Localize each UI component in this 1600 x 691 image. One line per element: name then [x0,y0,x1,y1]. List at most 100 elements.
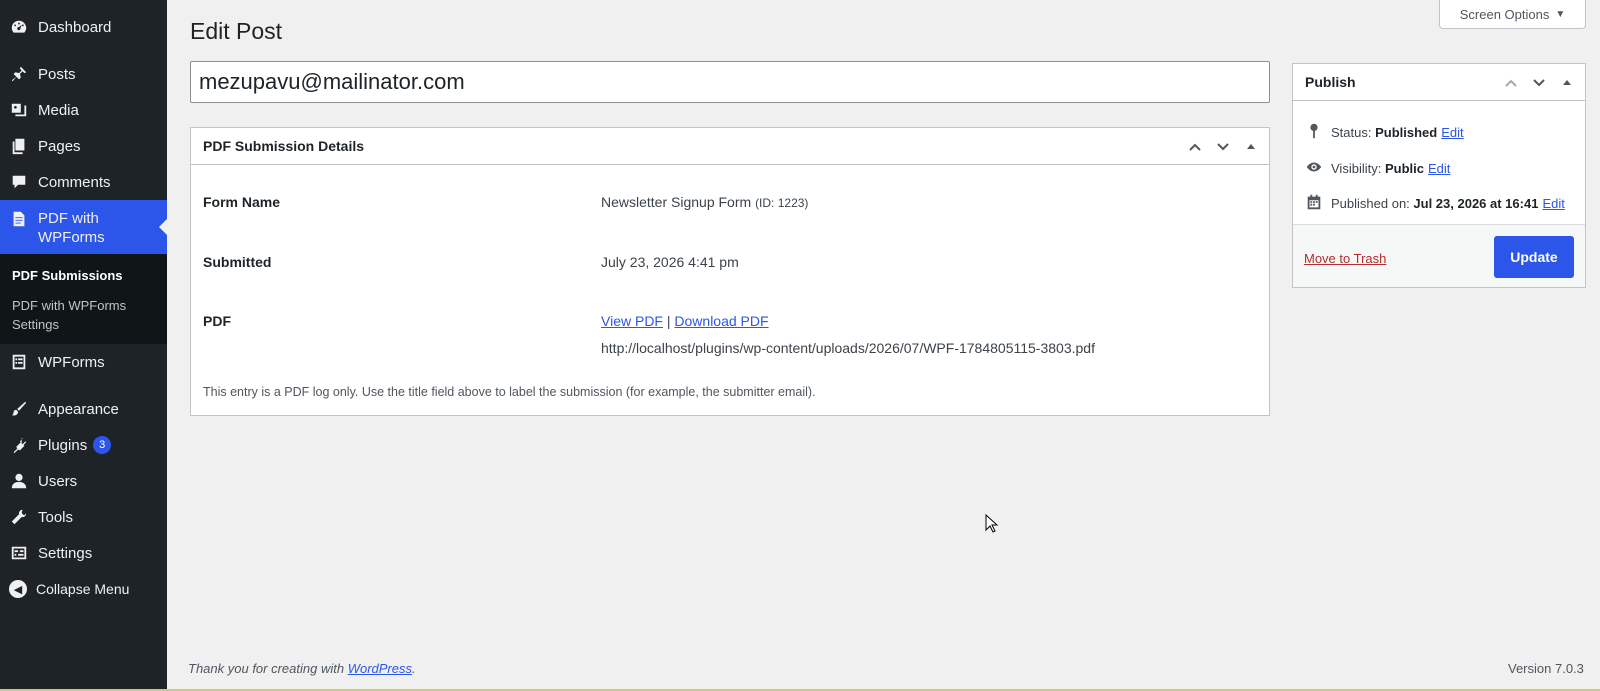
publish-box: Publish Status: Published Edit Visibility… [1292,63,1586,288]
visibility-value: Public [1384,161,1424,176]
comment-icon [9,172,29,192]
pin-icon [9,64,29,84]
collapse-menu-label: Collapse Menu [36,581,130,597]
status-text: Status: Published Edit [1331,125,1464,140]
form-name-label: Form Name [203,194,281,210]
sidebar-item-users[interactable]: Users [0,463,167,499]
sidebar-item-tools[interactable]: Tools [0,499,167,535]
pdf-links: View PDF | Download PDF [601,313,769,329]
status-label: Status: [1331,125,1372,140]
visibility-text: Visibility: Public Edit [1331,161,1450,176]
published-on-text: Published on: Jul 23, 2026 at 16:41 Edit [1331,196,1565,211]
sidebar-item-wpforms[interactable]: WPForms [0,344,167,380]
details-box-title: PDF Submission Details [203,138,365,154]
footer-thanks-prefix: Thank you for creating with [188,661,345,676]
submitted-label: Submitted [203,254,272,270]
collapse-menu-button[interactable]: ◀ Collapse Menu [0,571,167,607]
sidebar-item-appearance[interactable]: Appearance [0,391,167,427]
sidebar-item-label: Posts [38,65,76,83]
publish-box-header: Publish [1293,64,1585,101]
sidebar-item-posts[interactable]: Posts [0,56,167,92]
form-name-value: Newsletter Signup Form (ID: 1223) [601,194,808,210]
post-title-input[interactable] [190,61,1270,103]
sidebar-item-comments[interactable]: Comments [0,164,167,200]
submitted-value: July 23, 2026 4:41 pm [601,254,739,270]
sidebar-item-label: Users [38,472,78,490]
sidebar-item-label: Appearance [38,400,119,418]
published-on-row: Published on: Jul 23, 2026 at 16:41 Edit [1305,193,1565,214]
sidebar-item-label: Comments [38,173,111,191]
screen-options-label: Screen Options [1459,6,1550,22]
details-box-header: PDF Submission Details [191,128,1269,165]
screen-options-button[interactable]: Screen Options ▼ [1439,0,1586,29]
chevron-down-icon[interactable] [1529,73,1549,93]
sidebar-item-media[interactable]: Media [0,92,167,128]
status-value: Published [1375,125,1438,140]
status-row: Status: Published Edit [1305,122,1464,143]
wrench-icon [9,507,29,527]
eye-icon [1305,158,1323,179]
sidebar-item-label: Tools [38,508,74,526]
edit-date-link[interactable]: Edit [1542,196,1564,211]
chevron-up-icon[interactable] [1501,73,1521,93]
toggle-panel-icon[interactable] [1557,73,1577,93]
footer-version: Version 7.0.3 [1508,661,1584,676]
sidebar-item-settings[interactable]: Settings [0,535,167,571]
form-name-text: Newsletter Signup Form [601,194,752,210]
sidebar-item-label: Dashboard [38,18,112,36]
move-to-trash-link[interactable]: Move to Trash [1304,251,1386,266]
published-on-value: Jul 23, 2026 at 16:41 [1413,196,1539,211]
settings-icon [9,543,29,563]
sidebar-item-label: Plugins [38,436,88,454]
plug-icon [9,435,29,455]
visibility-label: Visibility: [1331,161,1382,176]
submenu-pdf-settings[interactable]: PDF with WPForms Settings [12,296,142,334]
sidebar-item-label: Settings [38,544,93,562]
download-pdf-link[interactable]: Download PDF [674,313,768,329]
link-separator: | [666,313,671,329]
sidebar-item-dashboard[interactable]: Dashboard [0,9,167,45]
view-pdf-link[interactable]: View PDF [601,313,663,329]
publish-box-title: Publish [1305,74,1356,90]
forms-icon [9,352,29,372]
edit-status-link[interactable]: Edit [1441,125,1463,140]
pages-icon [9,136,29,156]
media-icon [9,100,29,120]
user-icon [9,471,29,491]
toggle-panel-icon[interactable] [1241,137,1261,157]
pdf-submission-details-box: PDF Submission Details Form Name Newslet… [190,127,1270,416]
chevron-up-icon[interactable] [1185,137,1205,157]
sidebar-item-pdf-with-wpforms[interactable]: PDF with WPForms [0,200,167,254]
pin-icon [1305,122,1323,143]
update-button[interactable]: Update [1494,236,1574,278]
calendar-icon [1305,193,1323,214]
page-title: Edit Post [190,18,283,44]
submenu-pdf-submissions[interactable]: PDF Submissions [12,266,123,285]
details-note: This entry is a PDF log only. Use the ti… [203,385,816,399]
pdf-label: PDF [203,313,231,329]
sidebar-item-plugins[interactable]: Plugins 3 [0,427,167,463]
plugins-update-badge: 3 [93,436,112,454]
published-on-label: Published on: [1331,196,1410,211]
footer-thanks-suffix: . [412,661,416,676]
pdf-document-icon [9,209,29,229]
form-id-text: (ID: 1223) [755,196,809,210]
chevron-down-icon[interactable] [1213,137,1233,157]
admin-sidebar: Dashboard Posts Media Pages Comments PDF… [0,0,167,691]
pdf-submenu: PDF Submissions PDF with WPForms Setting… [0,254,167,344]
sidebar-item-label: Pages [38,137,81,155]
footer-thanks: Thank you for creating with WordPress. [188,661,416,676]
dropdown-arrow-icon: ▼ [1555,8,1566,20]
edit-visibility-link[interactable]: Edit [1428,161,1450,176]
collapse-arrow-icon: ◀ [9,580,27,598]
dashboard-icon [9,17,29,37]
sidebar-item-label: Media [38,101,79,119]
sidebar-item-label: WPForms [38,353,105,371]
brush-icon [9,399,29,419]
mouse-cursor-icon [985,514,999,533]
sidebar-item-label: PDF with WPForms [38,210,105,246]
pdf-url: http://localhost/plugins/wp-content/uplo… [601,340,1095,356]
visibility-row: Visibility: Public Edit [1305,158,1450,179]
sidebar-item-pages[interactable]: Pages [0,128,167,164]
wordpress-link[interactable]: WordPress [348,661,412,676]
